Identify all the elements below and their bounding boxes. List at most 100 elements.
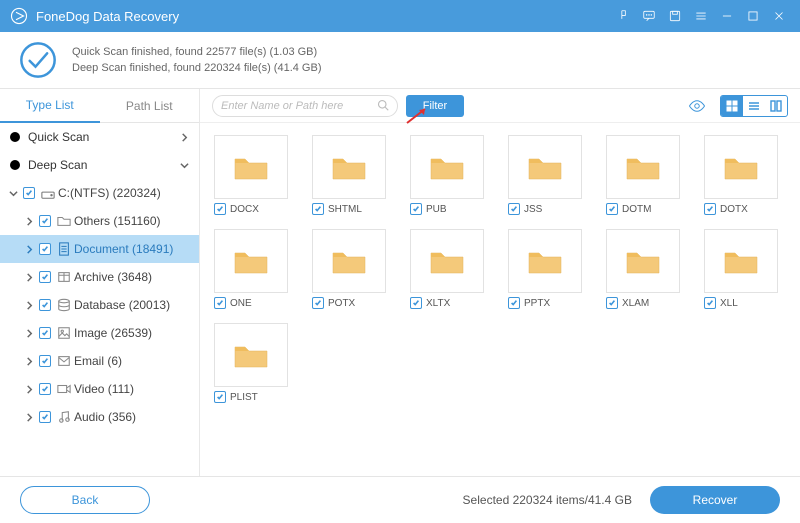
folder-icon [410, 229, 484, 293]
file-grid: DOCX SHTML PUB JSS DOTM DOTX ONE POTX XLTX PPTX XL… [200, 123, 800, 476]
view-mode-group [720, 95, 788, 117]
grid-item-label: PLIST [230, 392, 288, 403]
checkbox[interactable] [36, 355, 54, 367]
search-input[interactable]: Enter Name or Path here [212, 95, 398, 117]
grid-item[interactable]: PLIST [214, 323, 288, 403]
grid-item[interactable]: XLAM [606, 229, 680, 309]
checkbox[interactable] [36, 215, 54, 227]
sidebar-item-audio[interactable]: Audio (356) [0, 403, 199, 431]
view-list-button[interactable] [743, 96, 765, 116]
grid-item-label: ONE [230, 298, 288, 309]
grid-item[interactable]: PUB [410, 135, 484, 215]
view-detail-button[interactable] [765, 96, 787, 116]
checkbox[interactable] [36, 271, 54, 283]
checkbox[interactable] [36, 411, 54, 423]
checkbox[interactable] [704, 297, 716, 309]
grid-item-label: XLAM [622, 298, 680, 309]
grid-item[interactable]: POTX [312, 229, 386, 309]
chevron-right-icon [22, 329, 36, 338]
folder-icon [312, 135, 386, 199]
checkbox[interactable] [20, 187, 38, 199]
checkbox[interactable] [36, 243, 54, 255]
grid-item[interactable]: JSS [508, 135, 582, 215]
checkbox[interactable] [606, 297, 618, 309]
bullet-icon [10, 160, 20, 170]
checkbox[interactable] [508, 203, 520, 215]
checkmark-icon [18, 40, 58, 80]
drive-node[interactable]: C:(NTFS) (220324) [0, 179, 199, 207]
bullet-icon [10, 132, 20, 142]
tab-type-list[interactable]: Type List [0, 89, 100, 123]
image-icon [54, 326, 74, 340]
sidebar-item-label: Image (26539) [74, 326, 191, 340]
chevron-right-icon [22, 385, 36, 394]
checkbox[interactable] [36, 383, 54, 395]
feedback-button[interactable] [636, 0, 662, 32]
sidebar-item-folder[interactable]: Others (151160) [0, 207, 199, 235]
back-button[interactable]: Back [20, 486, 150, 514]
folder-icon [214, 229, 288, 293]
grid-item[interactable]: DOCX [214, 135, 288, 215]
checkbox[interactable] [36, 327, 54, 339]
minimize-button[interactable] [714, 0, 740, 32]
sidebar-item-video[interactable]: Video (111) [0, 375, 199, 403]
search-icon [377, 99, 389, 114]
checkbox[interactable] [36, 299, 54, 311]
checkbox[interactable] [410, 203, 422, 215]
close-button[interactable] [766, 0, 792, 32]
checkbox[interactable] [214, 391, 226, 403]
checkbox[interactable] [410, 297, 422, 309]
folder-icon [704, 229, 778, 293]
grid-item-label: PUB [426, 204, 484, 215]
app-logo-icon [10, 7, 28, 25]
folder-icon [410, 135, 484, 199]
grid-item[interactable]: DOTM [606, 135, 680, 215]
folder-icon [704, 135, 778, 199]
chevron-right-icon [22, 273, 36, 282]
sidebar-item-email[interactable]: Email (6) [0, 347, 199, 375]
chevron-right-icon [22, 301, 36, 310]
checkbox[interactable] [214, 297, 226, 309]
sidebar-item-archive[interactable]: Archive (3648) [0, 263, 199, 291]
tab-path-list[interactable]: Path List [100, 89, 200, 123]
checkbox[interactable] [214, 203, 226, 215]
audio-icon [54, 410, 74, 424]
folder-icon [214, 323, 288, 387]
titlebar: FoneDog Data Recovery [0, 0, 800, 32]
sidebar-item-label: Email (6) [74, 354, 191, 368]
footer: Back Selected 220324 items/41.4 GB Recov… [0, 476, 800, 522]
grid-item[interactable]: DOTX [704, 135, 778, 215]
grid-item[interactable]: PPTX [508, 229, 582, 309]
sidebar-item-document[interactable]: Document (18491) [0, 235, 199, 263]
grid-item[interactable]: ONE [214, 229, 288, 309]
grid-item-label: XLL [720, 298, 778, 309]
maximize-button[interactable] [740, 0, 766, 32]
database-icon [54, 298, 74, 312]
sidebar-item-label: Others (151160) [74, 214, 191, 228]
save-button[interactable] [662, 0, 688, 32]
grid-item[interactable]: XLL [704, 229, 778, 309]
filter-button[interactable]: Filter [406, 95, 464, 117]
grid-item[interactable]: XLTX [410, 229, 484, 309]
menu-button[interactable] [688, 0, 714, 32]
deep-scan-node[interactable]: Deep Scan [0, 151, 199, 179]
sidebar-item-database[interactable]: Database (20013) [0, 291, 199, 319]
checkbox[interactable] [312, 297, 324, 309]
grid-item[interactable]: SHTML [312, 135, 386, 215]
grid-item-label: POTX [328, 298, 386, 309]
checkbox[interactable] [704, 203, 716, 215]
grid-item-label: DOTX [720, 204, 778, 215]
view-grid-button[interactable] [721, 96, 743, 116]
share-button[interactable] [610, 0, 636, 32]
checkbox[interactable] [606, 203, 618, 215]
grid-item-label: SHTML [328, 204, 386, 215]
recover-button[interactable]: Recover [650, 486, 780, 514]
quick-scan-node[interactable]: Quick Scan [0, 123, 199, 151]
scan-summary: Quick Scan finished, found 22577 file(s)… [0, 32, 800, 88]
sidebar-item-image[interactable]: Image (26539) [0, 319, 199, 347]
preview-button[interactable] [688, 95, 706, 117]
checkbox[interactable] [312, 203, 324, 215]
checkbox[interactable] [508, 297, 520, 309]
folder-icon [214, 135, 288, 199]
grid-item-label: XLTX [426, 298, 484, 309]
